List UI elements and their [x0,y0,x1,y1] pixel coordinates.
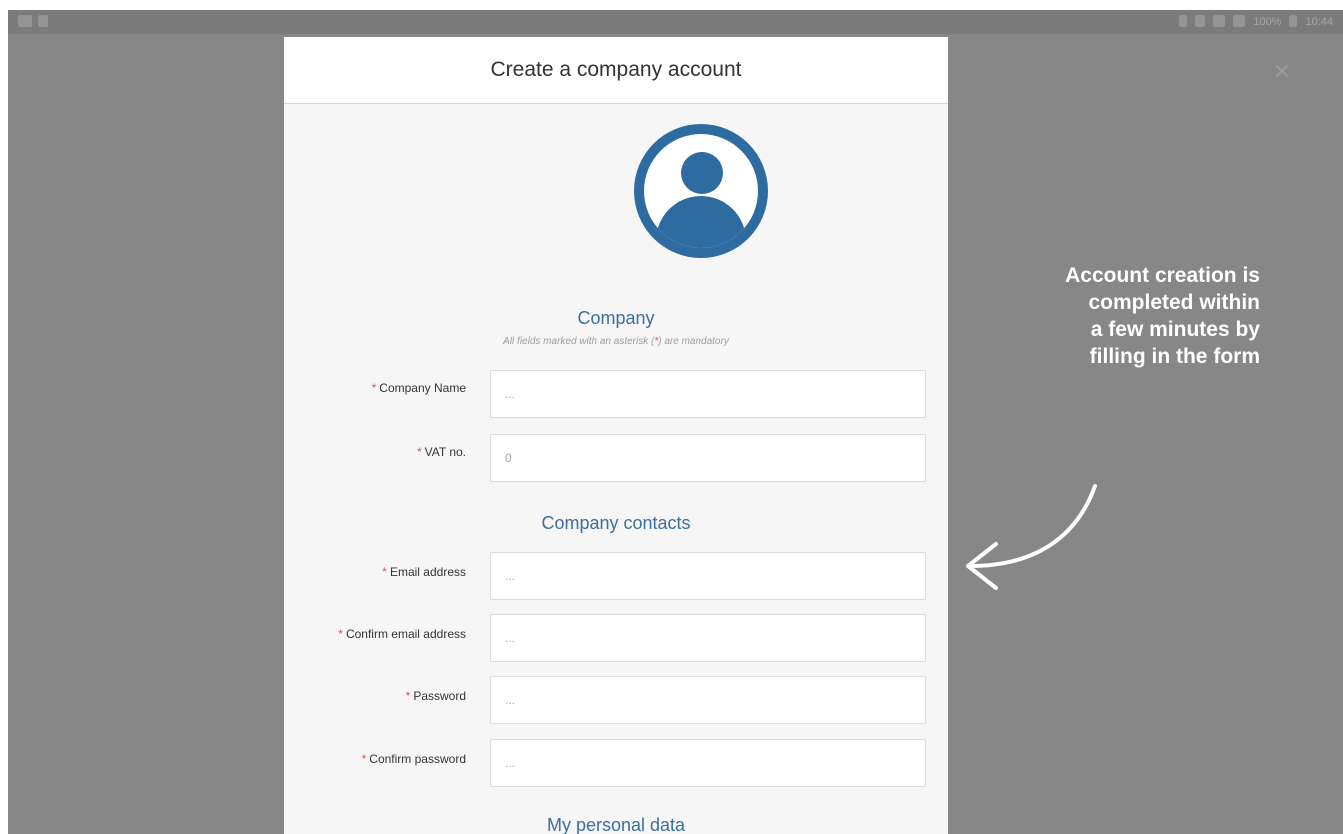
password-label: * Password [405,689,466,703]
company-name-input[interactable]: ... [490,370,926,418]
vat-no-input[interactable]: 0 [490,434,926,482]
status-bar: 100% 10:44 [8,10,1343,34]
signal-icon [1233,15,1246,27]
nfc-icon [1195,15,1206,27]
annotation-callout: Account creation is completed within a f… [990,262,1260,370]
clock: 10:44 [1305,16,1333,28]
dialog-header: Create a company account [284,37,948,104]
battery-icon [1289,15,1298,27]
personal-data-section-title: My personal data [546,815,686,834]
create-account-dialog: Create a company account Company All fie… [284,37,948,834]
vat-no-label: * VAT no. [416,445,466,459]
curved-arrow-icon [966,484,1097,590]
close-icon[interactable]: ✕ [1270,60,1294,84]
confirm-email-input[interactable]: ... [490,614,926,662]
image-icon [18,15,32,27]
company-contacts-section-title: Company contacts [541,513,691,533]
annotation-line: filling in the form [1089,345,1260,368]
dialog-title: Create a company account [490,58,742,81]
bluetooth-icon [1179,15,1188,27]
dialog-body[interactable]: Company All fields marked with an asteri… [284,104,948,834]
user-avatar-icon[interactable] [634,124,768,258]
mandatory-fields-note: All fields marked with an asterisk (*) a… [503,336,729,347]
password-input[interactable]: ... [490,676,926,724]
dim-backdrop[interactable]: 100% 10:44 ✕ Create a company account Co… [8,10,1343,834]
email-address-label: * Email address [382,565,466,579]
confirm-password-input[interactable]: ... [490,739,926,787]
annotation-line: completed within [1088,291,1260,314]
company-section-title: Company [577,308,655,328]
wifi-icon [1213,15,1226,27]
email-address-input[interactable]: ... [490,552,926,600]
notification-icon [38,15,48,27]
confirm-email-label: * Confirm email address [338,627,466,641]
annotation-line: a few minutes by [1090,318,1260,341]
company-name-label: * Company Name [371,381,466,395]
battery-percentage: 100% [1253,16,1282,28]
confirm-password-label: * Confirm password [361,752,466,766]
annotation-line: Account creation is [1065,264,1260,287]
